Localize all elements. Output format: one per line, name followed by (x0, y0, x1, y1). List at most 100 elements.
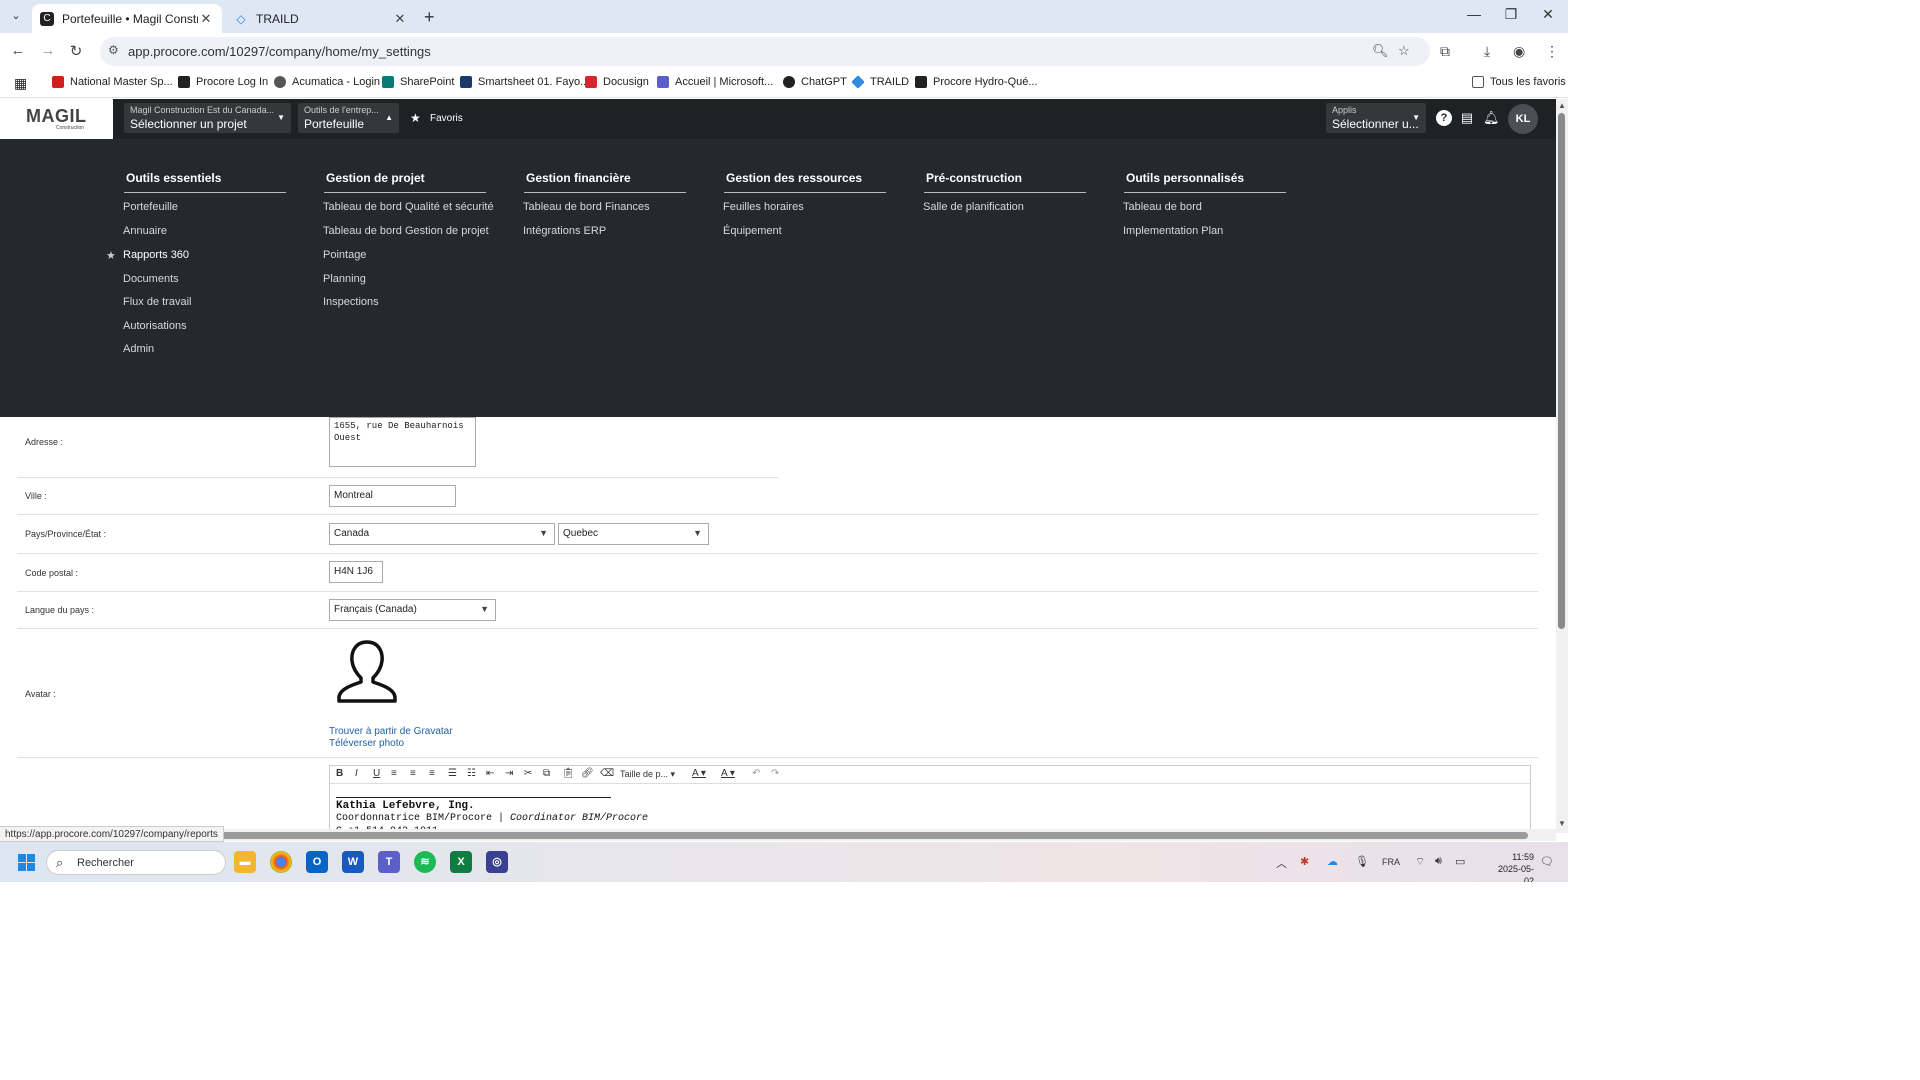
menu-item-flux-de-travail[interactable]: Flux de travail (123, 296, 191, 308)
profile-icon[interactable]: ◉ (1513, 43, 1525, 60)
font-size-select[interactable]: Taille de p... ▾ (620, 769, 675, 780)
bookmark-item[interactable]: Smartsheet 01. Fayo... (460, 76, 589, 88)
menu-item-salle-planification[interactable]: Salle de planification (923, 201, 1024, 213)
text-color-icon[interactable]: A ▾ (692, 768, 706, 779)
file-explorer-icon[interactable]: ▬ (234, 851, 256, 873)
menu-item-admin[interactable]: Admin (123, 343, 154, 355)
tray-app-icon[interactable]: ✱ (1300, 855, 1309, 868)
postal-code-input[interactable]: H4N 1J6 (329, 561, 383, 583)
scroll-thumb[interactable] (1558, 113, 1565, 629)
kebab-menu-icon[interactable]: ⋮ (1545, 43, 1559, 60)
notification-bell-icon[interactable]: 🔔︎ (1483, 110, 1500, 126)
spotify-icon[interactable]: ≋ (414, 851, 436, 873)
windows-start-icon[interactable] (18, 854, 35, 871)
gravatar-link[interactable]: Trouver à partir de Gravatar (329, 726, 453, 737)
menu-item-pointage[interactable]: Pointage (323, 249, 366, 261)
menu-item-rapports-360[interactable]: Rapports 360 (123, 249, 189, 261)
menu-item-portefeuille[interactable]: Portefeuille (123, 201, 178, 213)
user-avatar[interactable]: KL (1508, 104, 1538, 134)
menu-item-autorisations[interactable]: Autorisations (123, 320, 187, 332)
apps-select[interactable]: Applis Sélectionner u... ▼ (1326, 103, 1426, 133)
favorite-star-icon[interactable]: ★ (106, 249, 116, 262)
bookmark-item[interactable]: TRAILD (851, 75, 909, 89)
city-input[interactable]: Montreal (329, 485, 456, 507)
bookmark-item[interactable]: Docusign (585, 76, 649, 88)
menu-item-implementation-plan[interactable]: Implementation Plan (1123, 225, 1223, 237)
wifi-icon[interactable]: ⌔ (1415, 855, 1425, 869)
onedrive-icon[interactable]: ☁ (1327, 855, 1338, 868)
undo-icon[interactable]: ↶ (752, 768, 760, 779)
scroll-thumb[interactable] (4, 832, 1528, 839)
vertical-scrollbar[interactable]: ▲ ▼ (1556, 99, 1568, 833)
cut-icon[interactable]: ✂ (524, 768, 532, 779)
bookmark-star-icon[interactable]: ☆ (1398, 43, 1410, 59)
horizontal-scrollbar[interactable] (0, 829, 1556, 841)
paste-icon[interactable]: 📋︎ (562, 768, 575, 779)
notification-icon[interactable]: 🗨︎ (1540, 855, 1554, 868)
bookmark-item[interactable]: ChatGPT (783, 76, 847, 88)
bookmark-item[interactable]: Procore Log In (178, 76, 268, 88)
back-icon[interactable]: ← (8, 42, 28, 59)
restore-icon[interactable]: ❐ (1496, 6, 1526, 23)
tab-close-icon[interactable]: ✕ (392, 11, 408, 27)
all-bookmarks-folder[interactable]: Tous les favoris (1472, 76, 1566, 88)
menu-item-feuilles-horaires[interactable]: Feuilles horaires (723, 201, 804, 213)
language-select[interactable]: Français (Canada) ▼ (329, 599, 496, 621)
tab-traild[interactable]: ◇ TRAILD ✕ (226, 4, 416, 33)
align-right-icon[interactable]: ≡ (429, 768, 435, 779)
scroll-up-icon[interactable]: ▲ (1558, 101, 1566, 110)
chat-icon[interactable]: ▤ (1459, 110, 1475, 126)
minimize-icon[interactable]: — (1459, 6, 1489, 22)
window-close-icon[interactable]: ✕ (1533, 6, 1563, 23)
menu-item-integrations-erp[interactable]: Intégrations ERP (523, 225, 606, 237)
tab-close-icon[interactable]: ✕ (198, 11, 214, 27)
numbered-list-icon[interactable]: ☷ (467, 768, 476, 779)
tab-portefeuille[interactable]: C Portefeuille • Magil Constructio ✕ (32, 4, 222, 33)
italic-icon[interactable]: I (355, 768, 358, 779)
reload-icon[interactable]: ↻ (66, 42, 86, 60)
tools-select[interactable]: Outils de l'entrep... Portefeuille ▲ (298, 103, 399, 133)
help-icon[interactable]: ? (1436, 110, 1452, 126)
excel-icon[interactable]: X (450, 851, 472, 873)
outdent-icon[interactable]: ⇤ (486, 768, 494, 779)
menu-item-planning[interactable]: Planning (323, 273, 366, 285)
star-icon[interactable]: ★ (410, 111, 421, 125)
align-left-icon[interactable]: ≡ (391, 768, 397, 779)
site-info-icon[interactable]: ⚙ (108, 43, 119, 57)
extensions-icon[interactable]: ⧉ (1440, 43, 1450, 60)
province-select[interactable]: Quebec ▼ (558, 523, 709, 545)
tab-search-icon[interactable]: ⌄ (6, 7, 26, 25)
word-icon[interactable]: W (342, 851, 364, 873)
chrome-icon[interactable] (270, 851, 292, 873)
zoom-icon[interactable]: 🔍︎ (1372, 43, 1389, 59)
menu-item-annuaire[interactable]: Annuaire (123, 225, 167, 237)
menu-item-tableau-finances[interactable]: Tableau de bord Finances (523, 201, 650, 213)
scroll-down-icon[interactable]: ▼ (1558, 819, 1566, 828)
menu-item-documents[interactable]: Documents (123, 273, 179, 285)
redo-icon[interactable]: ↷ (771, 768, 779, 779)
menu-item-equipement[interactable]: Équipement (723, 225, 782, 237)
address-bar[interactable]: ⚙ app.procore.com/10297/company/home/my_… (100, 37, 1430, 66)
apps-grid-icon[interactable]: ▦ (14, 75, 27, 92)
new-tab-icon[interactable]: + (424, 7, 435, 28)
volume-icon[interactable]: 🔊︎ (1435, 855, 1442, 868)
bookmark-item[interactable]: National Master Sp... (52, 76, 173, 88)
menu-item-inspections[interactable]: Inspections (323, 296, 379, 308)
bookmark-item[interactable]: SharePoint (382, 76, 454, 88)
address-textarea[interactable]: 1655, rue De Beauharnois Ouest (329, 417, 476, 467)
download-icon[interactable]: ⤓ (1484, 43, 1490, 60)
link-icon[interactable]: 🔗︎ (581, 768, 594, 779)
menu-item-tableau-gestion[interactable]: Tableau de bord Gestion de projet (323, 225, 489, 237)
outlook-icon[interactable]: O (306, 851, 328, 873)
signature-editor[interactable]: B I U ≡ ≡ ≡ ☰ ☷ ⇤ ⇥ ✂ ⧉ 📋︎ 🔗︎ ⌫ Taille d… (329, 765, 1531, 837)
clock[interactable]: 11:59 2025-05-02 (1498, 851, 1534, 882)
highlight-color-icon[interactable]: A ▾ (721, 768, 735, 779)
project-select[interactable]: Magil Construction Est du Canada... Séle… (124, 103, 291, 133)
bullet-list-icon[interactable]: ☰ (448, 768, 457, 779)
microphone-icon[interactable]: 🎙︎ (1355, 855, 1369, 868)
bookmark-item[interactable]: Accueil | Microsoft... (657, 76, 773, 88)
indent-icon[interactable]: ⇥ (505, 768, 513, 779)
forward-icon[interactable]: → (38, 42, 58, 59)
copy-icon[interactable]: ⧉ (543, 768, 550, 779)
remove-format-icon[interactable]: ⌫ (600, 768, 614, 779)
